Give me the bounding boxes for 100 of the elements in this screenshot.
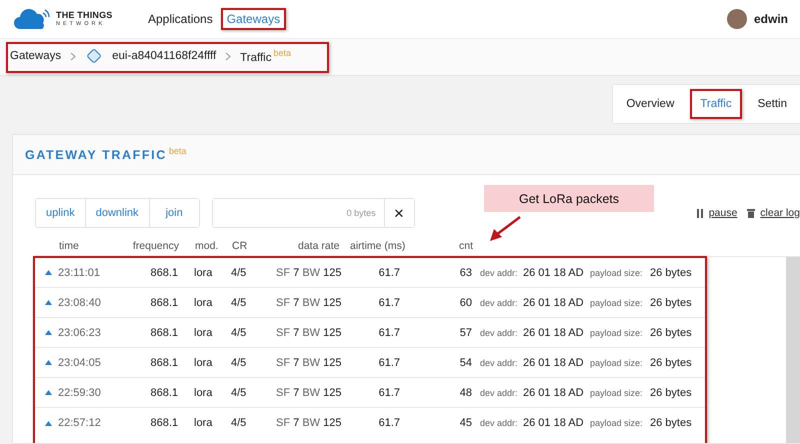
table-cell-text: 4/5 <box>231 326 248 338</box>
table-cell-text: SF 7 BW 125 <box>276 296 342 308</box>
table-cell-text: 61.7 <box>378 266 400 278</box>
time-cell-text: 22:57:12 <box>58 417 102 429</box>
nav-link[interactable]: Gateways <box>220 8 286 30</box>
tab[interactable]: Traffic <box>690 89 742 119</box>
table-cell-text: 868.1 <box>149 356 178 368</box>
table-cell-text: 868.1 <box>149 266 178 278</box>
table-cell-text: 26 01 18 AD <box>523 266 585 278</box>
time-cell-text: 22:59:30 <box>58 386 102 398</box>
time-cell-text: 23:06:23 <box>58 326 102 338</box>
table-cell-text: lora <box>194 296 214 308</box>
table-cell-text: 61.7 <box>378 326 400 338</box>
up-arrow-icon <box>45 360 52 365</box>
field-label: dev addr: <box>480 388 519 398</box>
breadcrumb-link[interactable]: Gateways <box>10 50 62 62</box>
table-cell-text: 26 bytes <box>650 386 693 398</box>
field-label: dev addr: <box>480 418 519 428</box>
pause-icon <box>696 208 704 218</box>
table-cell-text: 61.7 <box>378 296 400 308</box>
table-cell-text: 45 <box>458 417 472 429</box>
table-cell-text: 26 01 18 AD <box>523 296 585 308</box>
table-cell-text: 4/5 <box>231 356 248 368</box>
table-cell-text: 26 bytes <box>650 417 693 429</box>
table-cell-text: 26 01 18 AD <box>523 356 585 368</box>
user-name[interactable]: edwin <box>754 12 788 26</box>
field-label: dev addr: <box>480 358 519 368</box>
trash-icon <box>747 208 756 218</box>
table-cell-text: SF 7 BW 125 <box>276 386 342 398</box>
up-arrow-icon <box>45 270 52 275</box>
clear-log-link[interactable]: clear log <box>747 207 800 219</box>
table-cell-text: SF 7 BW 125 <box>276 266 342 278</box>
column-header: time <box>59 240 80 252</box>
table-cell-text: 868.1 <box>149 386 178 398</box>
table-cell-text: 60 <box>458 296 472 308</box>
field-label: payload size: <box>590 388 644 398</box>
column-header: airtime (ms) <box>350 240 406 252</box>
table-cell-text: 26 01 18 AD <box>523 417 585 429</box>
field-label: payload size: <box>590 418 644 428</box>
table-cell-text: 48 <box>458 386 472 398</box>
column-header: cnt <box>458 240 473 252</box>
table-cell-text: 26 01 18 AD <box>523 386 585 398</box>
table-cell-text: 26 bytes <box>650 296 693 308</box>
table-cell-text: lora <box>194 386 214 398</box>
table-cell-text: 868.1 <box>149 296 178 308</box>
table-cell-text: 61.7 <box>378 386 400 398</box>
breadcrumb-link[interactable]: eui-a84041168f24ffff <box>112 50 216 62</box>
table-cell-text: SF 7 BW 125 <box>276 326 342 338</box>
column-header: mod. <box>195 240 220 252</box>
up-arrow-icon <box>45 300 52 305</box>
callout-note: Get LoRa packets <box>484 185 654 212</box>
time-cell-text: 23:04:05 <box>58 356 102 368</box>
card-title: GATEWAY TRAFFIC $^{beta}$ <box>25 146 186 163</box>
time-cell-text: 23:08:40 <box>58 296 102 308</box>
field-label: payload size: <box>590 268 644 278</box>
up-arrow-icon <box>45 420 52 426</box>
field-label: payload size: <box>590 358 644 368</box>
filter-button[interactable]: uplink <box>36 199 86 227</box>
table-cell-text: lora <box>194 356 214 368</box>
tab[interactable]: Overview <box>616 89 684 119</box>
table-cell-text: SF 7 BW 125 <box>276 417 342 429</box>
table-cell-text: 54 <box>458 356 472 368</box>
table-cell-text: 26 bytes <box>650 266 693 278</box>
column-header: frequency <box>132 240 179 252</box>
field-label: dev addr: <box>480 268 519 278</box>
table-cell-text: 26 01 18 AD <box>523 326 585 338</box>
column-header: CR <box>232 240 248 252</box>
chevron-right-icon <box>225 52 232 60</box>
table-cell-text: 61.7 <box>378 356 400 368</box>
scrollbar[interactable] <box>786 257 800 443</box>
payload-size-field[interactable]: 0 bytes ✕ <box>212 198 415 228</box>
field-label: payload size: <box>590 298 644 308</box>
brand-name: THE THINGS <box>56 10 113 20</box>
tab[interactable]: Settin <box>748 89 797 119</box>
table-cell-text: 4/5 <box>231 417 248 429</box>
table-cell-text: lora <box>194 326 214 338</box>
table-cell-text: 868.1 <box>149 326 178 338</box>
table-cell-text: 57 <box>458 326 472 338</box>
time-cell-text: 23:11:01 <box>58 266 102 278</box>
table-cell-text: 4/5 <box>231 386 248 398</box>
table-cell-text: lora <box>194 266 214 278</box>
table-cell-text: 4/5 <box>231 296 248 308</box>
avatar[interactable] <box>726 9 747 29</box>
field-label: payload size: <box>590 328 644 338</box>
column-header: data rate <box>298 240 340 252</box>
nav-link[interactable]: Applications <box>142 8 219 30</box>
field-label: dev addr: <box>480 328 519 338</box>
cloud-logo-icon <box>14 9 50 29</box>
table-cell-text: 4/5 <box>231 266 248 278</box>
table-cell-text: 61.7 <box>378 417 400 429</box>
pause-link[interactable]: pause <box>696 207 738 219</box>
field-label: dev addr: <box>480 298 519 308</box>
table-cell-text: 868.1 <box>149 417 178 429</box>
up-arrow-icon <box>45 390 52 395</box>
table-cell-text: SF 7 BW 125 <box>276 356 342 368</box>
up-arrow-icon <box>45 330 52 335</box>
breadcrumb-link[interactable]: Traffic $^{beta}$ <box>240 48 292 64</box>
table-cell-text: 63 <box>458 266 472 278</box>
table-cell-text: lora <box>194 417 214 429</box>
clear-button[interactable]: ✕ <box>384 199 414 227</box>
